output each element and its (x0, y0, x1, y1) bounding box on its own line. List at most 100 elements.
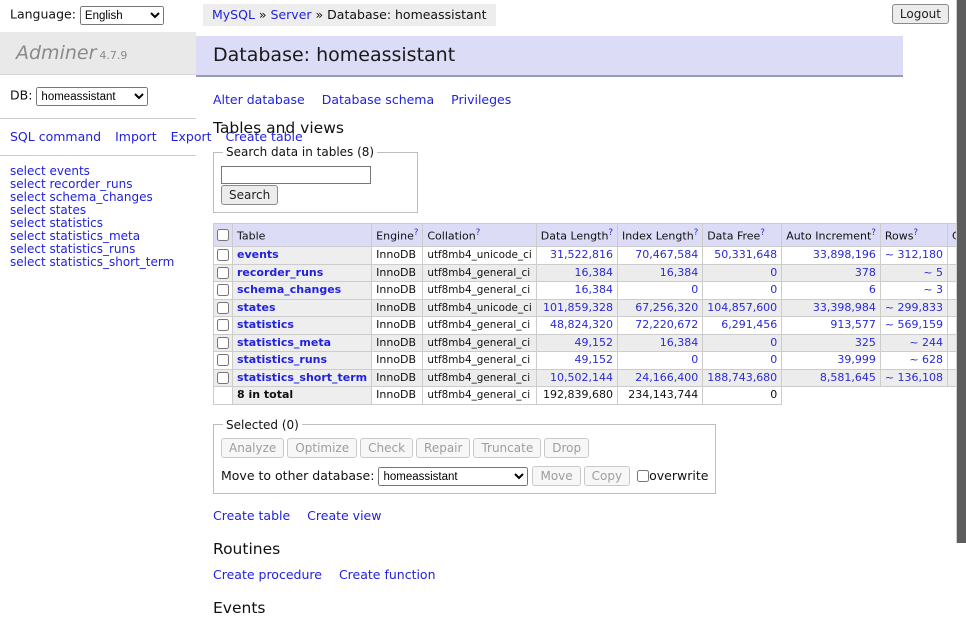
sidebar-select-link[interactable]: select schema_changes (10, 190, 153, 204)
row-checkbox[interactable] (217, 284, 229, 296)
help-icon[interactable]: ? (871, 228, 876, 238)
move-action-button[interactable]: Move (532, 466, 580, 486)
database-action-link[interactable]: Alter database (213, 92, 305, 107)
sidebar-action-link[interactable]: Import (115, 129, 157, 144)
table-link[interactable]: statistics_short_term (237, 371, 367, 384)
sidebar-select-link[interactable]: select states (10, 203, 86, 217)
search-input[interactable] (221, 166, 371, 184)
language-select[interactable]: English (80, 6, 164, 25)
row-checkbox[interactable] (217, 372, 229, 384)
help-icon[interactable]: ? (476, 228, 481, 238)
data-length-value[interactable]: 48,824,320 (550, 318, 613, 331)
index-length-value[interactable]: 70,467,584 (635, 248, 698, 261)
data-free-value[interactable]: 0 (770, 283, 777, 296)
index-length-value[interactable]: 72,220,672 (635, 318, 698, 331)
rows-value[interactable]: ~ 312,180 (885, 248, 943, 261)
selected-action-button[interactable]: Analyze (221, 438, 284, 458)
overwrite-checkbox[interactable] (637, 470, 649, 482)
help-icon[interactable]: ? (760, 228, 765, 238)
auto-increment-value[interactable]: 33,898,196 (813, 248, 876, 261)
sidebar-select-link[interactable]: select statistics_short_term (10, 255, 174, 269)
table-link[interactable]: states (237, 301, 276, 314)
sidebar-select-link[interactable]: select statistics_runs (10, 242, 135, 256)
data-length-value[interactable]: 10,502,144 (550, 371, 613, 384)
selected-action-button[interactable]: Optimize (287, 438, 357, 458)
data-free-value[interactable]: 6,291,456 (721, 318, 777, 331)
data-length-value[interactable]: 49,152 (574, 336, 613, 349)
row-checkbox[interactable] (217, 319, 229, 331)
index-length-value[interactable]: 67,256,320 (635, 301, 698, 314)
data-length-value[interactable]: 16,384 (574, 283, 613, 296)
vertical-scrollbar[interactable] (956, 0, 966, 543)
selected-action-button[interactable]: Truncate (473, 438, 541, 458)
help-icon[interactable]: ? (608, 228, 613, 238)
breadcrumb-server-link[interactable]: Server (271, 7, 312, 22)
data-free-value[interactable]: 188,743,680 (707, 371, 777, 384)
routine-link[interactable]: Create function (339, 567, 436, 582)
rows-value[interactable]: ~ 5 (923, 266, 943, 279)
rows-value[interactable]: ~ 628 (909, 353, 943, 366)
rows-value[interactable]: ~ 299,833 (885, 301, 943, 314)
index-length-value[interactable]: 16,384 (660, 336, 699, 349)
table-link[interactable]: statistics (237, 318, 294, 331)
table-link[interactable]: statistics_meta (237, 336, 331, 349)
row-checkbox[interactable] (217, 249, 229, 261)
search-button[interactable]: Search (221, 185, 278, 205)
data-free-value[interactable]: 0 (770, 266, 777, 279)
routine-link[interactable]: Create procedure (213, 567, 322, 582)
data-free-value[interactable]: 0 (770, 353, 777, 366)
data-free-value[interactable]: 0 (770, 336, 777, 349)
data-free-value[interactable]: 104,857,600 (707, 301, 777, 314)
auto-increment-value[interactable]: 8,581,645 (820, 371, 876, 384)
help-icon[interactable]: ? (913, 228, 918, 238)
index-length-value[interactable]: 24,166,400 (635, 371, 698, 384)
database-action-link[interactable]: Privileges (451, 92, 511, 107)
help-icon[interactable]: ? (414, 228, 419, 238)
row-checkbox[interactable] (217, 267, 229, 279)
index-length-value[interactable]: 0 (691, 353, 698, 366)
index-length-value[interactable]: 0 (691, 283, 698, 296)
auto-increment-value[interactable]: 378 (855, 266, 876, 279)
data-length-value[interactable]: 49,152 (574, 353, 613, 366)
create-link[interactable]: Create view (307, 508, 381, 523)
selected-action-button[interactable]: Drop (544, 438, 589, 458)
sidebar-select-link[interactable]: select recorder_runs (10, 177, 133, 191)
rows-value[interactable]: ~ 244 (909, 336, 943, 349)
overwrite-label[interactable]: overwrite (649, 468, 708, 483)
sidebar-select-link[interactable]: select statistics_meta (10, 229, 140, 243)
auto-increment-value[interactable]: 325 (855, 336, 876, 349)
create-link[interactable]: Create table (213, 508, 290, 523)
row-checkbox[interactable] (217, 354, 229, 366)
table-link[interactable]: events (237, 248, 279, 261)
sidebar-select-link[interactable]: select events (10, 164, 90, 178)
auto-increment-value[interactable]: 33,398,984 (813, 301, 876, 314)
index-length-value[interactable]: 16,384 (660, 266, 699, 279)
data-length-value[interactable]: 31,522,816 (550, 248, 613, 261)
rows-value[interactable]: ~ 136,108 (885, 371, 943, 384)
table-link[interactable]: statistics_runs (237, 353, 327, 366)
move-db-select[interactable]: homeassistant (378, 467, 528, 486)
rows-value[interactable]: ~ 569,159 (885, 318, 943, 331)
data-length-value[interactable]: 101,859,328 (543, 301, 613, 314)
selected-action-button[interactable]: Check (360, 438, 413, 458)
data-length-value[interactable]: 16,384 (574, 266, 613, 279)
select-all-checkbox[interactable] (217, 229, 229, 241)
data-free-value[interactable]: 50,331,648 (714, 248, 777, 261)
table-link[interactable]: recorder_runs (237, 266, 323, 279)
row-checkbox[interactable] (217, 337, 229, 349)
table-link[interactable]: schema_changes (237, 283, 341, 296)
help-icon[interactable]: ? (694, 228, 699, 238)
db-select[interactable]: homeassistant (36, 87, 148, 106)
move-action-button[interactable]: Copy (584, 466, 630, 486)
rows-value[interactable]: ~ 3 (923, 283, 943, 296)
auto-increment-value[interactable]: 913,577 (830, 318, 876, 331)
auto-increment-value[interactable]: 6 (869, 283, 876, 296)
database-action-link[interactable]: Database schema (322, 92, 434, 107)
selected-action-button[interactable]: Repair (416, 438, 470, 458)
logout-button[interactable]: Logout (892, 4, 949, 24)
sidebar-select-link[interactable]: select statistics (10, 216, 103, 230)
row-checkbox[interactable] (217, 302, 229, 314)
sidebar-action-link[interactable]: SQL command (10, 129, 101, 144)
breadcrumb-mysql-link[interactable]: MySQL (212, 7, 255, 22)
auto-increment-value[interactable]: 39,999 (837, 353, 876, 366)
